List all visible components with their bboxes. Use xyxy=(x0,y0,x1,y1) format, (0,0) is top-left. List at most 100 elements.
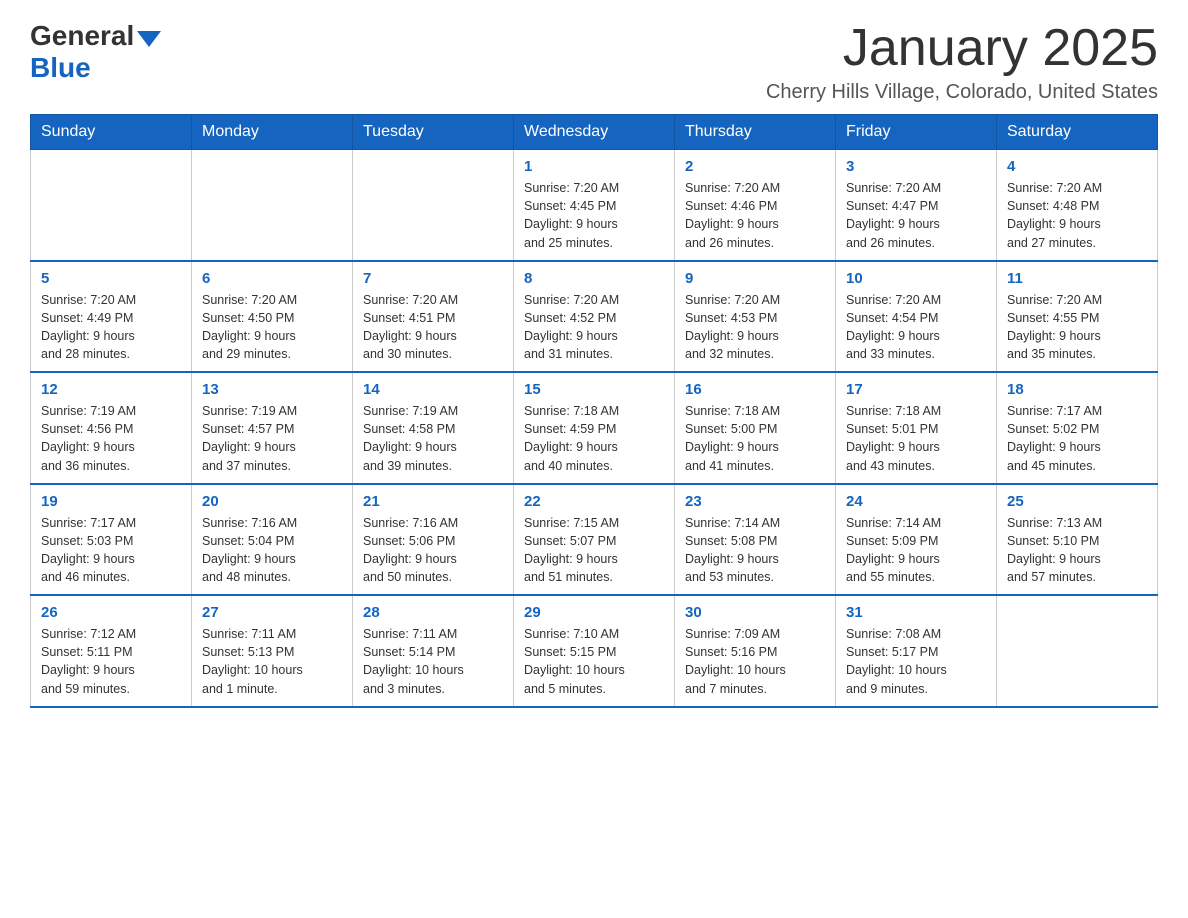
calendar-cell: 17 Sunrise: 7:18 AM Sunset: 5:01 PM Dayli… xyxy=(836,372,997,484)
day-number: 15 xyxy=(524,381,664,398)
calendar-table: SundayMondayTuesdayWednesdayThursdayFrid… xyxy=(30,114,1158,708)
calendar-cell: 5 Sunrise: 7:20 AM Sunset: 4:49 PM Daylig… xyxy=(31,261,192,373)
day-info: Sunrise: 7:20 AM Sunset: 4:54 PM Dayligh… xyxy=(846,291,986,364)
calendar-cell xyxy=(31,150,192,261)
calendar-cell: 19 Sunrise: 7:17 AM Sunset: 5:03 PM Dayli… xyxy=(31,484,192,596)
calendar-cell: 27 Sunrise: 7:11 AM Sunset: 5:13 PM Dayli… xyxy=(192,595,353,707)
day-number: 6 xyxy=(202,270,342,287)
calendar-week-row: 5 Sunrise: 7:20 AM Sunset: 4:49 PM Daylig… xyxy=(31,261,1158,373)
day-number: 14 xyxy=(363,381,503,398)
day-info: Sunrise: 7:11 AM Sunset: 5:13 PM Dayligh… xyxy=(202,625,342,698)
day-info: Sunrise: 7:20 AM Sunset: 4:55 PM Dayligh… xyxy=(1007,291,1147,364)
weekday-header-row: SundayMondayTuesdayWednesdayThursdayFrid… xyxy=(31,115,1158,150)
logo-arrow-icon xyxy=(137,31,161,47)
calendar-cell: 31 Sunrise: 7:08 AM Sunset: 5:17 PM Dayli… xyxy=(836,595,997,707)
day-info: Sunrise: 7:15 AM Sunset: 5:07 PM Dayligh… xyxy=(524,514,664,587)
month-title: January 2025 xyxy=(766,20,1158,77)
day-number: 11 xyxy=(1007,270,1147,287)
calendar-cell: 30Sunrise: 7:09 AM Sunset: 5:16 PM Dayli… xyxy=(675,595,836,707)
day-number: 26 xyxy=(41,604,181,621)
day-info: Sunrise: 7:20 AM Sunset: 4:52 PM Dayligh… xyxy=(524,291,664,364)
day-info: Sunrise: 7:09 AM Sunset: 5:16 PM Dayligh… xyxy=(685,625,825,698)
calendar-cell: 23Sunrise: 7:14 AM Sunset: 5:08 PM Dayli… xyxy=(675,484,836,596)
day-number: 8 xyxy=(524,270,664,287)
calendar-cell: 25 Sunrise: 7:13 AM Sunset: 5:10 PM Dayli… xyxy=(997,484,1158,596)
day-number: 31 xyxy=(846,604,986,621)
day-info: Sunrise: 7:13 AM Sunset: 5:10 PM Dayligh… xyxy=(1007,514,1147,587)
calendar-cell: 12 Sunrise: 7:19 AM Sunset: 4:56 PM Dayli… xyxy=(31,372,192,484)
calendar-cell: 20Sunrise: 7:16 AM Sunset: 5:04 PM Dayli… xyxy=(192,484,353,596)
day-info: Sunrise: 7:19 AM Sunset: 4:57 PM Dayligh… xyxy=(202,402,342,475)
day-number: 28 xyxy=(363,604,503,621)
calendar-week-row: 19 Sunrise: 7:17 AM Sunset: 5:03 PM Dayli… xyxy=(31,484,1158,596)
weekday-header-friday: Friday xyxy=(836,115,997,150)
day-info: Sunrise: 7:17 AM Sunset: 5:02 PM Dayligh… xyxy=(1007,402,1147,475)
day-number: 10 xyxy=(846,270,986,287)
day-info: Sunrise: 7:18 AM Sunset: 4:59 PM Dayligh… xyxy=(524,402,664,475)
day-number: 22 xyxy=(524,493,664,510)
day-info: Sunrise: 7:20 AM Sunset: 4:51 PM Dayligh… xyxy=(363,291,503,364)
logo-general-text: General xyxy=(30,20,134,52)
calendar-cell: 3 Sunrise: 7:20 AM Sunset: 4:47 PM Daylig… xyxy=(836,150,997,261)
day-number: 3 xyxy=(846,158,986,175)
calendar-cell: 13 Sunrise: 7:19 AM Sunset: 4:57 PM Dayli… xyxy=(192,372,353,484)
day-info: Sunrise: 7:11 AM Sunset: 5:14 PM Dayligh… xyxy=(363,625,503,698)
calendar-cell: 1 Sunrise: 7:20 AM Sunset: 4:45 PM Daylig… xyxy=(514,150,675,261)
day-info: Sunrise: 7:20 AM Sunset: 4:45 PM Dayligh… xyxy=(524,179,664,252)
logo: General Blue xyxy=(30,20,161,84)
weekday-header-thursday: Thursday xyxy=(675,115,836,150)
day-info: Sunrise: 7:12 AM Sunset: 5:11 PM Dayligh… xyxy=(41,625,181,698)
day-info: Sunrise: 7:20 AM Sunset: 4:47 PM Dayligh… xyxy=(846,179,986,252)
weekday-header-tuesday: Tuesday xyxy=(353,115,514,150)
calendar-cell: 9Sunrise: 7:20 AM Sunset: 4:53 PM Daylig… xyxy=(675,261,836,373)
calendar-cell xyxy=(192,150,353,261)
calendar-cell: 7 Sunrise: 7:20 AM Sunset: 4:51 PM Daylig… xyxy=(353,261,514,373)
day-number: 27 xyxy=(202,604,342,621)
day-number: 25 xyxy=(1007,493,1147,510)
day-info: Sunrise: 7:17 AM Sunset: 5:03 PM Dayligh… xyxy=(41,514,181,587)
calendar-week-row: 12 Sunrise: 7:19 AM Sunset: 4:56 PM Dayli… xyxy=(31,372,1158,484)
location-title: Cherry Hills Village, Colorado, United S… xyxy=(766,81,1158,104)
day-info: Sunrise: 7:18 AM Sunset: 5:00 PM Dayligh… xyxy=(685,402,825,475)
day-number: 16 xyxy=(685,381,825,398)
day-info: Sunrise: 7:10 AM Sunset: 5:15 PM Dayligh… xyxy=(524,625,664,698)
day-info: Sunrise: 7:20 AM Sunset: 4:50 PM Dayligh… xyxy=(202,291,342,364)
day-info: Sunrise: 7:18 AM Sunset: 5:01 PM Dayligh… xyxy=(846,402,986,475)
calendar-cell xyxy=(353,150,514,261)
calendar-cell: 2Sunrise: 7:20 AM Sunset: 4:46 PM Daylig… xyxy=(675,150,836,261)
title-area: January 2025 Cherry Hills Village, Color… xyxy=(766,20,1158,104)
day-number: 17 xyxy=(846,381,986,398)
header: General Blue January 2025 Cherry Hills V… xyxy=(30,20,1158,104)
day-number: 5 xyxy=(41,270,181,287)
day-number: 13 xyxy=(202,381,342,398)
day-number: 2 xyxy=(685,158,825,175)
day-number: 1 xyxy=(524,158,664,175)
calendar-cell: 4Sunrise: 7:20 AM Sunset: 4:48 PM Daylig… xyxy=(997,150,1158,261)
calendar-cell: 16 Sunrise: 7:18 AM Sunset: 5:00 PM Dayli… xyxy=(675,372,836,484)
day-number: 24 xyxy=(846,493,986,510)
calendar-week-row: 26 Sunrise: 7:12 AM Sunset: 5:11 PM Dayli… xyxy=(31,595,1158,707)
calendar-cell: 11 Sunrise: 7:20 AM Sunset: 4:55 PM Dayli… xyxy=(997,261,1158,373)
day-info: Sunrise: 7:14 AM Sunset: 5:09 PM Dayligh… xyxy=(846,514,986,587)
calendar-cell: 24 Sunrise: 7:14 AM Sunset: 5:09 PM Dayli… xyxy=(836,484,997,596)
day-info: Sunrise: 7:20 AM Sunset: 4:53 PM Dayligh… xyxy=(685,291,825,364)
calendar-cell: 29Sunrise: 7:10 AM Sunset: 5:15 PM Dayli… xyxy=(514,595,675,707)
calendar-cell: 18 Sunrise: 7:17 AM Sunset: 5:02 PM Dayli… xyxy=(997,372,1158,484)
calendar-cell: 28 Sunrise: 7:11 AM Sunset: 5:14 PM Dayli… xyxy=(353,595,514,707)
calendar-cell: 21 Sunrise: 7:16 AM Sunset: 5:06 PM Dayli… xyxy=(353,484,514,596)
calendar-cell: 10 Sunrise: 7:20 AM Sunset: 4:54 PM Dayli… xyxy=(836,261,997,373)
day-number: 21 xyxy=(363,493,503,510)
day-number: 12 xyxy=(41,381,181,398)
day-number: 7 xyxy=(363,270,503,287)
weekday-header-saturday: Saturday xyxy=(997,115,1158,150)
day-number: 19 xyxy=(41,493,181,510)
day-info: Sunrise: 7:19 AM Sunset: 4:58 PM Dayligh… xyxy=(363,402,503,475)
day-info: Sunrise: 7:20 AM Sunset: 4:49 PM Dayligh… xyxy=(41,291,181,364)
weekday-header-monday: Monday xyxy=(192,115,353,150)
day-number: 18 xyxy=(1007,381,1147,398)
day-info: Sunrise: 7:16 AM Sunset: 5:06 PM Dayligh… xyxy=(363,514,503,587)
day-info: Sunrise: 7:08 AM Sunset: 5:17 PM Dayligh… xyxy=(846,625,986,698)
day-info: Sunrise: 7:19 AM Sunset: 4:56 PM Dayligh… xyxy=(41,402,181,475)
calendar-week-row: 1 Sunrise: 7:20 AM Sunset: 4:45 PM Daylig… xyxy=(31,150,1158,261)
day-info: Sunrise: 7:16 AM Sunset: 5:04 PM Dayligh… xyxy=(202,514,342,587)
